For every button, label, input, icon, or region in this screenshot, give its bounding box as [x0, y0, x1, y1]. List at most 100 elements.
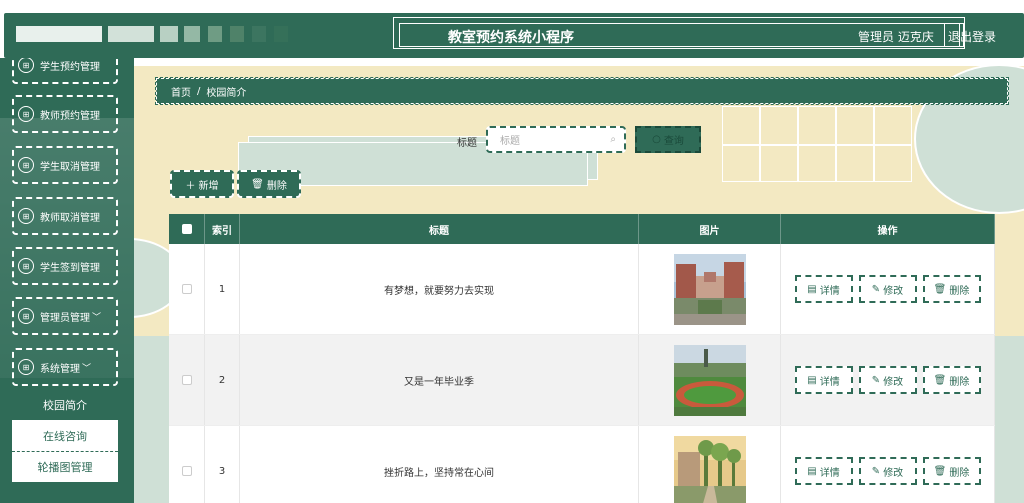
row-image-cell	[639, 426, 781, 503]
submenu-item-campus-intro[interactable]: 校园简介	[12, 389, 118, 420]
sidebar-item-student-booking[interactable]: ⊞ 学生预约管理	[12, 58, 118, 84]
logo-block	[230, 26, 244, 42]
edit-button[interactable]: ✎ 修改	[858, 275, 917, 303]
table-row: 2 又是一年毕业季 ▤ 详情 ✎ 修改 🗑 删除	[169, 335, 995, 426]
sidebar-item-label: 学生取消管理	[40, 161, 100, 173]
sidebar: ⊞ 学生预约管理 ⊞ 教师预约管理 ⊞ 学生取消管理 ⊞ 教师取消管理 ⊞ 学生…	[0, 58, 134, 503]
logo-block	[274, 26, 288, 42]
delete-label: 删除	[266, 180, 287, 192]
delete-button[interactable]: 🗑 删除	[922, 457, 981, 485]
query-button[interactable]: ○ 查询	[635, 126, 701, 153]
delete-label: 删除	[949, 376, 970, 388]
delete-button[interactable]: 🗑 删除	[922, 275, 981, 303]
system-submenu: 校园简介 在线咨询 轮播图管理	[12, 389, 118, 482]
search-label: 标题	[457, 138, 477, 149]
document-icon: ▤	[807, 374, 817, 386]
detail-button[interactable]: ▤ 详情	[794, 457, 853, 485]
sidebar-item-label: 学生预约管理	[40, 61, 100, 73]
grid-icon: ⊞	[18, 106, 34, 122]
detail-button[interactable]: ▤ 详情	[794, 275, 853, 303]
sidebar-item-label: 系统管理	[40, 363, 80, 375]
row-title: 有梦想，就要努力去实现	[240, 244, 639, 334]
breadcrumb-separator: /	[197, 85, 201, 97]
logo-block	[108, 26, 154, 42]
row-checkbox[interactable]	[181, 375, 192, 385]
search-icon: ○	[652, 134, 661, 145]
top-strip	[134, 58, 1024, 66]
detail-label: 详情	[819, 285, 840, 297]
header-cell-title: 标题	[240, 214, 639, 244]
detail-button[interactable]: ▤ 详情	[794, 366, 853, 394]
row-index: 1	[205, 244, 240, 334]
sidebar-item-teacher-cancel[interactable]: ⊞ 教师取消管理	[12, 197, 118, 235]
trash-icon: 🗑	[933, 465, 947, 477]
sidebar-item-system-manage[interactable]: ⊞ 系统管理 ﹀	[12, 348, 118, 386]
submenu-item-online-consult[interactable]: 在线咨询	[12, 420, 118, 451]
row-image-cell	[639, 244, 781, 334]
chevron-down-icon: ﹀	[82, 363, 92, 374]
logo-block	[184, 26, 200, 42]
breadcrumb-home[interactable]: 首页	[171, 84, 191, 99]
logo-block	[160, 26, 178, 42]
header-cell-image: 图片	[639, 214, 781, 244]
sidebar-item-teacher-booking[interactable]: ⊞ 教师预约管理	[12, 95, 118, 133]
row-ops-cell: ▤ 详情 ✎ 修改 🗑 删除	[781, 426, 995, 503]
document-icon: ▤	[807, 283, 817, 295]
sidebar-item-label: 教师预约管理	[40, 110, 100, 122]
row-index: 3	[205, 426, 240, 503]
edit-button[interactable]: ✎ 修改	[858, 457, 917, 485]
row-select-cell	[169, 244, 205, 334]
plus-icon: ＋	[185, 180, 196, 192]
trash-icon: 🗑	[933, 374, 947, 386]
sidebar-item-label: 管理员管理	[40, 312, 90, 324]
logout-button[interactable]: 退出登录	[948, 28, 996, 45]
row-title: 又是一年毕业季	[240, 335, 639, 425]
document-icon: ▤	[807, 465, 817, 477]
table-header: 索引 标题 图片 操作	[169, 214, 995, 244]
batch-delete-button[interactable]: 🗑 删除	[237, 170, 301, 198]
sidebar-item-student-checkin[interactable]: ⊞ 学生签到管理	[12, 247, 118, 285]
sidebar-item-student-cancel[interactable]: ⊞ 学生取消管理	[12, 146, 118, 184]
search-icon: ⌕	[610, 134, 616, 145]
grid-icon: ⊞	[18, 258, 34, 274]
row-index: 2	[205, 335, 240, 425]
row-checkbox[interactable]	[181, 466, 192, 476]
data-table: 索引 标题 图片 操作 1 有梦想，就要努力去实现 ▤ 详情 ✎ 修改 🗑 删除…	[169, 214, 995, 503]
sidebar-item-admin-manage[interactable]: ⊞ 管理员管理 ﹀	[12, 297, 118, 335]
search-input[interactable]: 标题 ⌕	[486, 126, 626, 153]
row-checkbox[interactable]	[181, 284, 192, 294]
pencil-icon: ✎	[871, 283, 881, 295]
campus-building-photo	[673, 253, 746, 325]
main-content: 首页 / 校园简介 标题 标题 ⌕ ○ 查询 ＋ 新增 🗑 删除 索引 标题 图…	[134, 58, 1024, 503]
header-cell-select	[169, 214, 205, 244]
header-cell-index: 索引	[205, 214, 240, 244]
sports-field-photo	[673, 344, 746, 416]
edit-label: 修改	[883, 376, 904, 388]
query-label: 查询	[663, 136, 684, 147]
row-select-cell	[169, 335, 205, 425]
logo-block	[252, 26, 266, 42]
table-row: 1 有梦想，就要努力去实现 ▤ 详情 ✎ 修改 🗑 删除	[169, 244, 995, 335]
detail-label: 详情	[819, 467, 840, 479]
delete-label: 删除	[949, 285, 970, 297]
select-all-checkbox[interactable]	[181, 224, 192, 234]
header-bar: 教室预约系统小程序 管理员 迈克庆 退出登录	[4, 13, 1024, 58]
background-grid-line	[722, 144, 912, 146]
logo-block	[208, 26, 222, 42]
search-placeholder: 标题	[500, 136, 520, 147]
row-ops-cell: ▤ 详情 ✎ 修改 🗑 删除	[781, 335, 995, 425]
sidebar-item-label: 教师取消管理	[40, 212, 100, 224]
trash-icon: 🗑	[933, 283, 947, 295]
table-row: 3 挫折路上，坚持常在心间 ▤ 详情 ✎ 修改 🗑 删除	[169, 426, 995, 503]
add-button[interactable]: ＋ 新增	[170, 170, 234, 198]
add-label: 新增	[198, 180, 219, 192]
grid-icon: ⊞	[18, 308, 34, 324]
app-title: 教室预约系统小程序	[448, 30, 574, 46]
submenu-item-carousel[interactable]: 轮播图管理	[12, 451, 118, 482]
trash-icon: 🗑	[251, 178, 264, 190]
grid-icon: ⊞	[18, 359, 34, 375]
campus-road-photo	[673, 435, 746, 503]
breadcrumb-current: 校园简介	[206, 87, 247, 99]
delete-button[interactable]: 🗑 删除	[922, 366, 981, 394]
edit-button[interactable]: ✎ 修改	[858, 366, 917, 394]
